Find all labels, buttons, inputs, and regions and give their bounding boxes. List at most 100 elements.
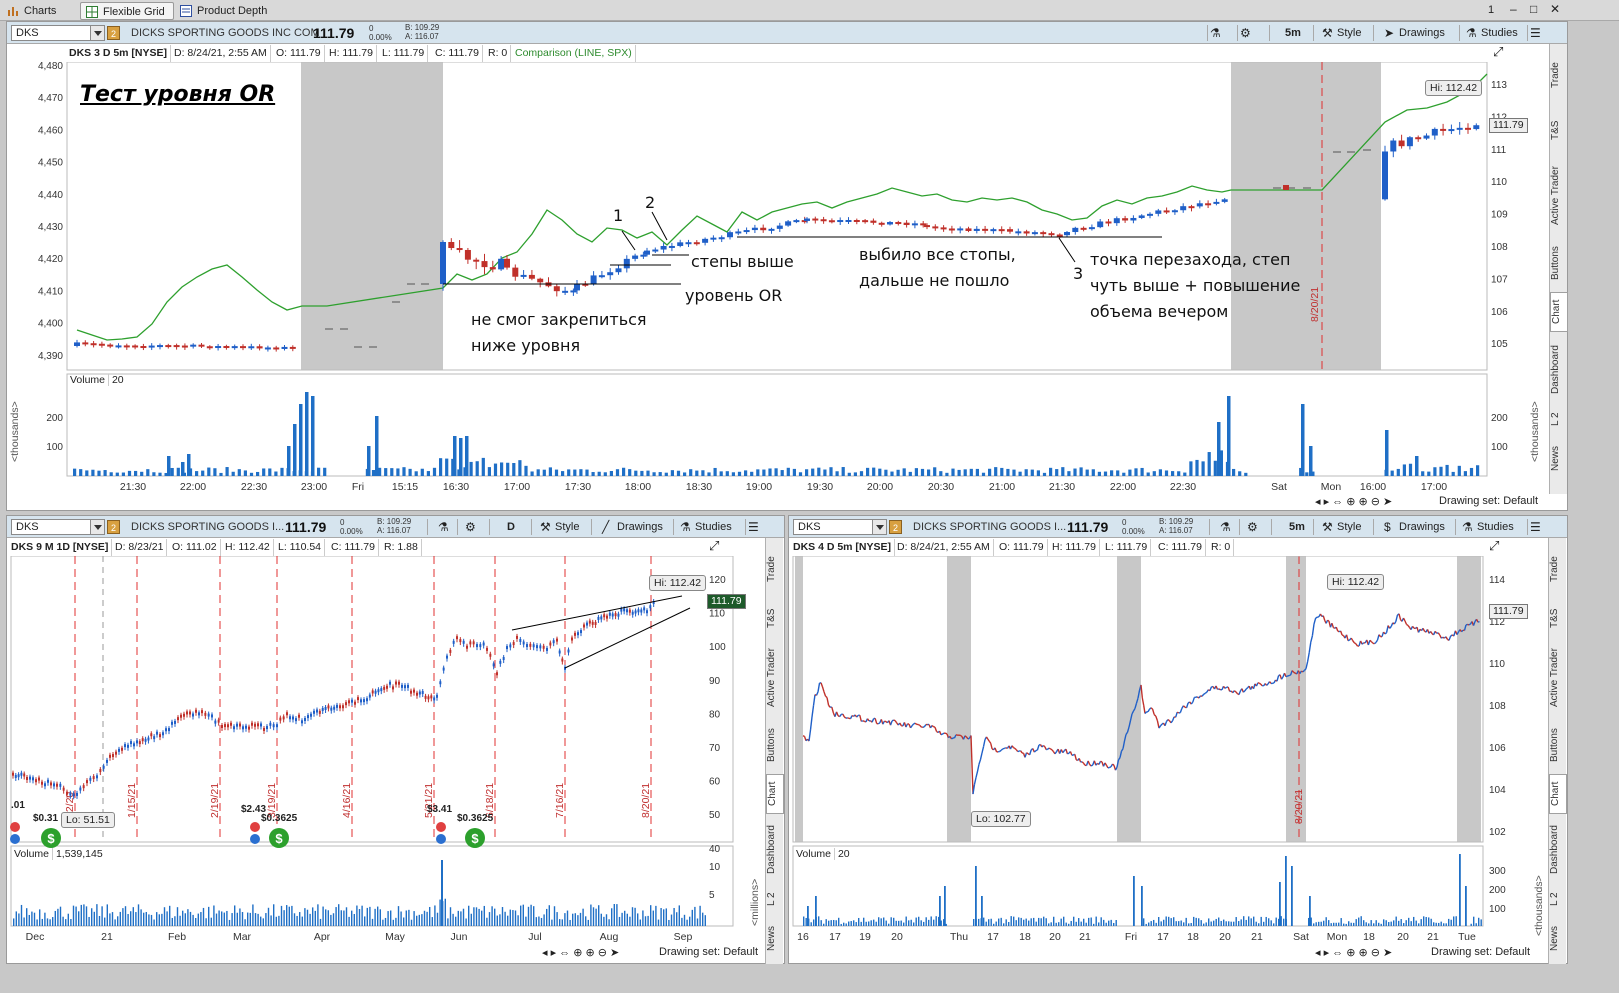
side-tab-l2[interactable]: L 2 bbox=[766, 886, 784, 912]
side-tab-l2[interactable]: L 2 bbox=[1550, 406, 1568, 432]
tab-product-depth[interactable]: Product Depth bbox=[175, 2, 275, 20]
symbol-selector[interactable]: DKS bbox=[11, 25, 105, 41]
drawings-button[interactable]: ╱ Drawings bbox=[601, 519, 663, 536]
style-button[interactable]: ⚒ Style bbox=[1321, 519, 1361, 536]
side-tab-news[interactable]: News bbox=[1550, 440, 1568, 476]
drawings-button[interactable]: ➤ Drawings bbox=[1383, 25, 1445, 42]
volume-bar bbox=[905, 916, 907, 926]
menu-button[interactable]: ☰ bbox=[747, 519, 763, 536]
close-icon[interactable]: ✕ bbox=[1550, 2, 1560, 16]
style-button[interactable]: ⚒ Style bbox=[1321, 25, 1361, 42]
volume-bar bbox=[838, 917, 840, 926]
earnings-icon bbox=[436, 822, 446, 832]
price-segment bbox=[1355, 643, 1359, 647]
chevron-down-icon[interactable] bbox=[90, 520, 104, 534]
link-group-badge[interactable]: 2 bbox=[107, 520, 120, 534]
tab-charts[interactable]: Charts bbox=[2, 2, 64, 20]
zoom-fit-icon[interactable]: ⤢ bbox=[1489, 538, 1499, 554]
y-tick-label: 106 bbox=[1489, 743, 1506, 754]
volume-bar bbox=[117, 916, 119, 926]
link-group-badge[interactable]: 2 bbox=[889, 520, 902, 534]
info-close: C: 111.79 bbox=[331, 539, 379, 556]
side-tab-trade[interactable]: Trade bbox=[766, 546, 784, 592]
candle-body bbox=[617, 613, 620, 617]
volume-bar bbox=[403, 917, 405, 926]
side-tab-chart[interactable]: Chart bbox=[1549, 774, 1567, 814]
timeframe-button[interactable]: 5m bbox=[1273, 519, 1305, 536]
volume-bar bbox=[835, 920, 837, 926]
symbol-selector[interactable]: DKS bbox=[793, 519, 887, 535]
price-segment bbox=[1174, 712, 1178, 718]
drawings-button[interactable]: $ Drawings bbox=[1383, 519, 1445, 536]
side-tab-dashboard[interactable]: Dashboard bbox=[1550, 340, 1568, 400]
side-tab-ts[interactable]: T&S bbox=[1549, 598, 1567, 638]
chevron-down-icon[interactable] bbox=[90, 26, 104, 40]
side-tab-ts[interactable]: T&S bbox=[766, 598, 784, 638]
volume-bar bbox=[935, 916, 937, 926]
drawing-set-label[interactable]: Drawing set: Default bbox=[1431, 946, 1530, 958]
style-button[interactable]: ⚒ Style bbox=[539, 519, 579, 536]
timeframe-button[interactable]: D bbox=[491, 519, 515, 536]
flask-button[interactable]: ⚗ bbox=[1219, 519, 1235, 536]
volume-bar bbox=[278, 915, 280, 926]
chart-info-line: DKS 3 D 5m [NYSE] D: 8/24/21, 2:55 AM O:… bbox=[7, 45, 1567, 62]
side-tab-dashboard[interactable]: Dashboard bbox=[1549, 820, 1567, 880]
side-tab-active-trader[interactable]: Active Trader bbox=[1550, 160, 1568, 232]
tab-flexible-grid[interactable]: Flexible Grid bbox=[80, 2, 174, 20]
volume-bar bbox=[1343, 923, 1345, 926]
zoom-fit-icon[interactable]: ⤢ bbox=[709, 538, 719, 554]
menu-button[interactable]: ☰ bbox=[1529, 25, 1545, 42]
drawing-set-label[interactable]: Drawing set: Default bbox=[1439, 495, 1538, 507]
maximize-icon[interactable]: □ bbox=[1530, 2, 1537, 16]
volume-bar bbox=[957, 469, 961, 476]
side-tab-buttons[interactable]: Buttons bbox=[1549, 722, 1567, 768]
instrument-name: DICKS SPORTING GOODS I... bbox=[131, 521, 285, 533]
side-tab-ts[interactable]: T&S bbox=[1550, 110, 1568, 150]
price-segment bbox=[931, 725, 934, 728]
settings-button[interactable]: ⚙ bbox=[1246, 519, 1262, 536]
settings-button[interactable]: ⚙ bbox=[464, 519, 480, 536]
link-group-badge[interactable]: 2 bbox=[107, 26, 120, 40]
chart-nav-controls[interactable]: ◂ ▸ ⇔ ⊕ ⊕ ⊖ ➤ bbox=[542, 946, 619, 959]
flask-button[interactable]: ⚗ bbox=[1209, 25, 1225, 42]
chevron-down-icon[interactable] bbox=[872, 520, 886, 534]
candle-body bbox=[1113, 218, 1120, 224]
side-tab-news[interactable]: News bbox=[766, 920, 784, 956]
side-tab-trade[interactable]: Trade bbox=[1550, 52, 1568, 98]
studies-button[interactable]: ⚗ Studies bbox=[679, 519, 732, 536]
volume-bar bbox=[1213, 920, 1215, 926]
studies-button[interactable]: ⚗ Studies bbox=[1461, 519, 1514, 536]
settings-button[interactable]: ⚙ bbox=[1239, 25, 1255, 42]
side-tab-trade[interactable]: Trade bbox=[1549, 546, 1567, 592]
chart-nav-controls[interactable]: ◂ ▸ ⇔ ⊕ ⊕ ⊖ ➤ bbox=[1315, 946, 1392, 959]
daily-price-chart[interactable]: 12/20 1/15/21 2/19/21 3/19/21 4/16/21 5/21/21… bbox=[7, 556, 767, 965]
side-tab-active-trader[interactable]: Active Trader bbox=[1549, 642, 1567, 714]
side-tab-chart[interactable]: Chart bbox=[766, 774, 784, 814]
side-tab-buttons[interactable]: Buttons bbox=[766, 722, 784, 768]
timeframe-button[interactable]: 5m bbox=[1269, 25, 1301, 42]
volume-bar bbox=[561, 919, 563, 926]
side-tab-dashboard[interactable]: Dashboard bbox=[766, 820, 784, 880]
price-segment bbox=[1411, 625, 1415, 629]
studies-button[interactable]: ⚗ Studies bbox=[1465, 25, 1518, 42]
side-tab-chart[interactable]: Chart bbox=[1550, 292, 1568, 332]
drawing-set-label[interactable]: Drawing set: Default bbox=[659, 946, 758, 958]
volume-bar bbox=[243, 470, 247, 476]
flask-button[interactable]: ⚗ bbox=[437, 519, 453, 536]
symbol-selector[interactable]: DKS bbox=[11, 519, 105, 535]
side-tab-l2[interactable]: L 2 bbox=[1549, 886, 1567, 912]
side-tab-news[interactable]: News bbox=[1549, 920, 1567, 956]
zoom-fit-icon[interactable]: ⤢ bbox=[1493, 44, 1503, 60]
side-tab-buttons[interactable]: Buttons bbox=[1550, 240, 1568, 286]
candle-body bbox=[870, 220, 877, 223]
minimize-icon[interactable]: – bbox=[1510, 2, 1517, 16]
candle-body bbox=[214, 720, 217, 724]
menu-button[interactable]: ☰ bbox=[1529, 519, 1545, 536]
time-tick-label: 23:00 bbox=[301, 481, 327, 493]
intraday-price-chart[interactable]: 16 17 19 20 Thu 17 18 20 21 Fri 17 18 20 21 Sat Mon 18 20… bbox=[789, 556, 1549, 965]
volume-bar bbox=[335, 907, 337, 926]
volume-bar bbox=[1473, 916, 1475, 926]
chart-nav-controls[interactable]: ◂ ▸ ⇔ ⊕ ⊕ ⊖ ➤ bbox=[1315, 495, 1392, 508]
side-tab-active-trader[interactable]: Active Trader bbox=[766, 642, 784, 714]
candle-body bbox=[279, 717, 282, 721]
